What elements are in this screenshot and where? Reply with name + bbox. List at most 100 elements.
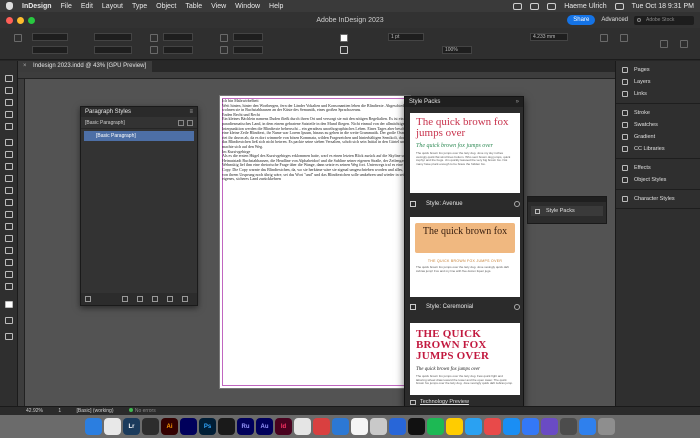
style-card-artisan[interactable]: THE QUICK BROWN FOX JUMPS OVER The quick… xyxy=(410,323,520,395)
close-tab-icon[interactable]: × xyxy=(23,61,27,72)
dock-stroke[interactable]: Stroke xyxy=(616,107,700,119)
dock-character-styles[interactable]: Character Styles xyxy=(616,193,700,205)
stroke-offset-field[interactable]: 4.233 mm xyxy=(530,33,568,41)
scale-x-field[interactable] xyxy=(163,33,193,41)
zoom-level[interactable]: 42.92% xyxy=(26,408,43,414)
app-store-icon[interactable] xyxy=(560,418,577,435)
launchpad-icon[interactable] xyxy=(104,418,121,435)
rotation-field[interactable] xyxy=(233,33,263,41)
page-tool-icon[interactable] xyxy=(5,99,13,106)
preflight-status[interactable]: No errors xyxy=(128,408,170,414)
delete-style-icon[interactable] xyxy=(182,296,188,302)
download-icon[interactable] xyxy=(514,304,520,310)
wifi-icon[interactable] xyxy=(547,2,557,10)
clear-overrides-icon[interactable] xyxy=(152,296,158,302)
panel-menu-icon[interactable]: ≡ xyxy=(189,109,193,115)
illustrator-icon[interactable]: Ai xyxy=(161,418,178,435)
frame-fitting-icon[interactable] xyxy=(600,34,608,42)
mini-panel-grip[interactable] xyxy=(528,197,606,202)
zoom-tool-icon[interactable] xyxy=(5,283,13,290)
scale-y-icon[interactable] xyxy=(150,46,158,54)
pencil-tool-icon[interactable] xyxy=(5,175,13,182)
selection-tool-icon[interactable] xyxy=(5,75,13,82)
photoshop-icon[interactable]: Ps xyxy=(199,418,216,435)
pen-tool-icon[interactable] xyxy=(5,163,13,170)
y-position-field[interactable] xyxy=(32,46,68,54)
technology-preview-link[interactable]: Technology Preview xyxy=(410,399,469,405)
menu-object[interactable]: Object xyxy=(156,3,176,10)
dock-object-styles[interactable]: Object Styles xyxy=(616,174,700,186)
eyedropper-tool-icon[interactable] xyxy=(5,259,13,266)
mail-icon[interactable] xyxy=(503,418,520,435)
vertical-ruler[interactable] xyxy=(18,79,25,406)
scale-x-icon[interactable] xyxy=(150,34,158,42)
style-card-avenue[interactable]: The quick brown fox jumps over The quick… xyxy=(410,113,520,193)
direct-selection-tool-icon[interactable] xyxy=(5,87,13,94)
library-icon[interactable] xyxy=(85,296,91,302)
menu-view[interactable]: View xyxy=(211,3,226,10)
battery-icon[interactable] xyxy=(530,2,540,10)
fill-swatch-icon[interactable] xyxy=(340,34,348,42)
shear-icon[interactable] xyxy=(220,46,228,54)
dock-gradient[interactable]: Gradient xyxy=(616,131,700,143)
rotate-icon[interactable] xyxy=(220,34,228,42)
premiere-icon[interactable] xyxy=(180,418,197,435)
dock-effects[interactable]: Effects xyxy=(616,162,700,174)
new-group-folder-icon[interactable] xyxy=(137,296,143,302)
horizontal-ruler[interactable] xyxy=(18,72,615,79)
text-frame[interactable]: Ich bin Malzwirbelbeit Weit hinten, hint… xyxy=(222,99,412,195)
screen-mode-icon[interactable] xyxy=(5,333,13,340)
collapse-icon[interactable]: » xyxy=(516,99,519,105)
word-icon[interactable] xyxy=(389,418,406,435)
messages-icon[interactable] xyxy=(465,418,482,435)
dock-layers[interactable]: Layers xyxy=(616,76,700,88)
style-packs-tab[interactable]: Style Packs xyxy=(409,99,440,105)
control-center-icon[interactable] xyxy=(614,2,624,10)
downloads-folder-icon[interactable] xyxy=(579,418,596,435)
bridge-icon[interactable] xyxy=(218,418,235,435)
style-packs-button-icon[interactable] xyxy=(122,296,128,302)
zoom-app-icon[interactable] xyxy=(522,418,539,435)
premiere-rush-icon[interactable]: Ru xyxy=(237,418,254,435)
lightroom-icon[interactable]: Lr xyxy=(123,418,140,435)
stroke-swatch-icon[interactable] xyxy=(340,46,348,54)
menu-help[interactable]: Help xyxy=(269,3,283,10)
terminal-icon[interactable] xyxy=(408,418,425,435)
menu-app-name[interactable]: InDesign xyxy=(22,3,52,10)
apple-icon[interactable] xyxy=(6,2,13,10)
paragraph-styles-tab[interactable]: Paragraph Styles xyxy=(85,109,131,115)
calendar-icon[interactable] xyxy=(484,418,501,435)
preflight-profile[interactable]: [Basic] (working) xyxy=(77,408,114,414)
chrome-icon[interactable] xyxy=(351,418,368,435)
new-style-icon[interactable] xyxy=(167,296,173,302)
line-tool-icon[interactable] xyxy=(5,151,13,158)
dock-links[interactable]: Links xyxy=(616,88,700,100)
opacity-field[interactable]: 100% xyxy=(442,46,472,54)
document-page[interactable]: Ich bin Malzwirbelbeit Weit hinten, hint… xyxy=(219,95,411,389)
scale-y-field[interactable] xyxy=(163,46,193,54)
width-field[interactable] xyxy=(94,33,132,41)
audition-icon[interactable]: Au xyxy=(256,418,273,435)
shear-field[interactable] xyxy=(233,46,263,54)
scissors-tool-icon[interactable] xyxy=(5,211,13,218)
page-number[interactable]: 1 xyxy=(58,408,61,414)
zoom-window-button[interactable] xyxy=(28,16,35,24)
gap-tool-icon[interactable] xyxy=(5,111,13,118)
fill-stroke-icon[interactable] xyxy=(5,301,13,308)
style-options-icon[interactable] xyxy=(187,119,193,126)
note-tool-icon[interactable] xyxy=(5,247,13,254)
menu-layout[interactable]: Layout xyxy=(102,3,123,10)
rectangle-frame-tool-icon[interactable] xyxy=(5,187,13,194)
quick-apply-icon[interactable] xyxy=(660,40,668,48)
control-panel-menu-icon[interactable] xyxy=(680,40,688,48)
share-button[interactable]: Share xyxy=(567,15,596,25)
download-icon[interactable] xyxy=(514,201,520,207)
safari-icon[interactable] xyxy=(332,418,349,435)
menu-type[interactable]: Type xyxy=(132,3,147,10)
screen-record-icon[interactable] xyxy=(513,2,523,10)
indesign-icon[interactable]: Id xyxy=(275,418,292,435)
workspace-switcher[interactable]: Advanced xyxy=(601,17,628,23)
menu-window[interactable]: Window xyxy=(235,3,260,10)
reference-point-icon[interactable] xyxy=(14,34,22,42)
settings-icon[interactable] xyxy=(370,418,387,435)
